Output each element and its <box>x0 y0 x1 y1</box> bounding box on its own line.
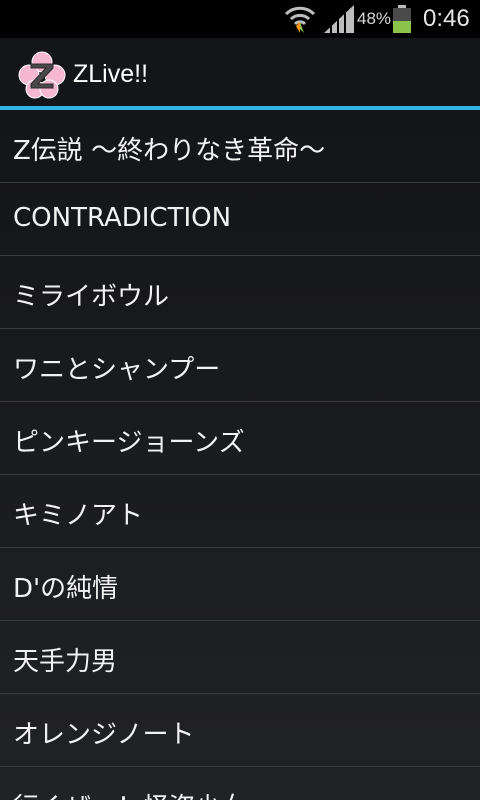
list-item[interactable]: キミノアト <box>0 475 480 548</box>
list-item[interactable]: オレンジノート <box>0 694 480 767</box>
action-bar: ZLive!! <box>0 38 480 108</box>
song-list[interactable]: Z伝説 ～終わりなき革命～ CONTRADICTION ミライボウル ワニとシャ… <box>0 110 480 800</box>
list-item[interactable]: ワニとシャンプー <box>0 329 480 402</box>
status-bar: 48% 0:46 <box>0 0 480 38</box>
song-title: キミノアト <box>13 501 144 531</box>
song-title: Z伝説 ～終わりなき革命～ <box>13 136 326 166</box>
screen: 48% 0:46 ZLive!! Z伝説 ～終わりなき革命～ CONTRADIC… <box>0 0 480 800</box>
list-item[interactable]: ピンキージョーンズ <box>0 402 480 475</box>
app-title: ZLive!! <box>73 60 149 88</box>
song-title: CONTRADICTION <box>13 203 232 233</box>
song-title: ピンキージョーンズ <box>13 428 245 458</box>
list-item[interactable]: Z伝説 ～終わりなき革命～ <box>0 110 480 183</box>
list-item[interactable]: CONTRADICTION <box>0 183 480 256</box>
song-title: ミライボウル <box>13 282 170 312</box>
wifi-icon <box>284 6 316 33</box>
signal-icon <box>324 5 354 33</box>
battery-icon <box>393 5 411 33</box>
song-title: D'の純情 <box>13 574 119 604</box>
song-title: オレンジノート <box>13 720 195 750</box>
clock: 0:46 <box>423 5 470 32</box>
list-item[interactable]: D'の純情 <box>0 548 480 621</box>
app-logo-icon[interactable] <box>18 51 66 99</box>
battery-percent: 48% <box>357 9 392 28</box>
list-item[interactable]: 天手力男 <box>0 621 480 694</box>
song-title: 天手力男 <box>13 647 118 677</box>
list-item[interactable]: ミライボウル <box>0 256 480 329</box>
song-title: 行くぜっ！怪盗少女 <box>13 787 247 800</box>
list-item[interactable]: 行くぜっ！怪盗少女 <box>0 767 480 800</box>
song-title: ワニとシャンプー <box>13 355 221 385</box>
